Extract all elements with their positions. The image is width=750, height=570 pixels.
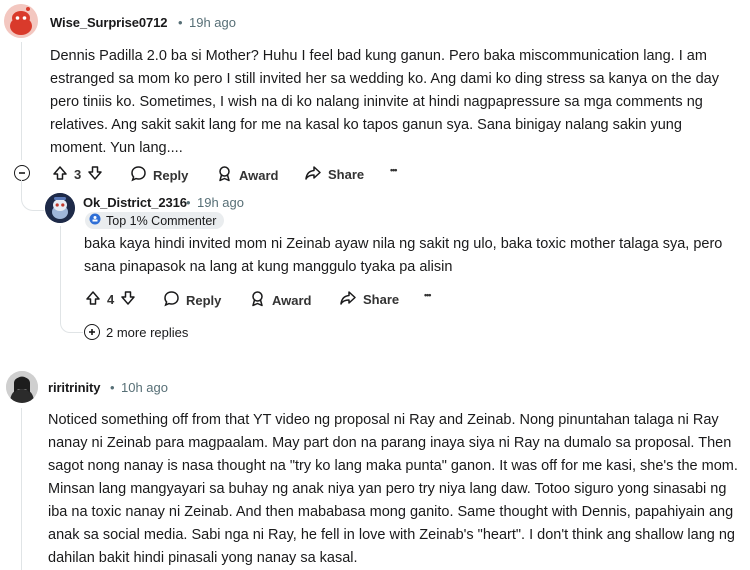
comment-separator: • [186,195,191,210]
comment-body: Noticed something off from that YT video… [48,412,738,566]
more-replies-label: 2 more replies [106,324,189,340]
plus-circle-icon [84,324,100,340]
arrow-down-icon[interactable] [120,290,136,309]
more-options-button[interactable]: ••• [390,165,398,175]
share-arrow-icon [339,290,357,309]
thread-line[interactable] [60,226,61,324]
comment-separator: • [178,15,183,30]
speech-bubble-icon [163,290,180,310]
comment-author[interactable]: Wise_Surprise0712 [50,15,168,30]
thread-line[interactable] [21,408,22,570]
arrow-down-icon[interactable] [87,165,103,184]
vote-count: 3 [74,167,82,182]
comment-body: baka kaya hindi invited mom ni Zeinab ay… [84,236,723,275]
comment-author[interactable]: riritrinity [48,380,100,395]
share-label: Share [363,292,400,307]
collapse-button[interactable] [14,165,30,181]
avatar[interactable] [4,4,38,38]
vote-controls: 3 [52,165,103,184]
award-button[interactable]: Award [249,290,312,310]
comment-author[interactable]: Ok_District_2316 [83,195,187,210]
avatar[interactable] [45,193,75,223]
speech-bubble-icon [130,165,147,185]
reply-button[interactable]: Reply [130,165,188,185]
comment-body: Dennis Padilla 2.0 ba si Mother? Huhu I … [50,48,719,156]
avatar[interactable] [6,371,38,403]
reply-label: Reply [153,167,189,183]
share-label: Share [328,167,365,182]
profile-photo-icon [6,371,38,403]
badge-label: Top 1% Commenter [106,213,217,228]
reply-label: Reply [186,292,222,308]
arrow-up-icon[interactable] [52,165,68,184]
comment-timestamp: 19h ago [197,195,244,210]
more-replies-connector [60,312,83,333]
arrow-up-icon[interactable] [85,290,101,309]
award-button[interactable]: Award [216,165,279,185]
share-button[interactable]: Share [304,165,364,184]
more-replies-button[interactable]: 2 more replies [84,324,188,340]
comment-separator: • [110,380,115,395]
award-icon [216,165,233,185]
vote-controls: 4 [85,290,136,309]
comment-timestamp: 10h ago [121,380,168,395]
thread-line[interactable] [21,42,22,160]
flair-badge: Top 1% Commenter [85,212,225,229]
award-icon [249,290,266,310]
snoo-avatar-icon [45,193,75,223]
reply-connector [21,180,44,211]
reply-button[interactable]: Reply [163,290,221,310]
commenter-badge-icon [89,213,101,228]
snoo-avatar-icon [4,4,38,38]
minus-circle-icon [14,165,30,181]
vote-count: 4 [107,292,115,307]
share-button[interactable]: Share [339,290,399,309]
more-options-button[interactable]: ••• [424,290,432,300]
award-label: Award [272,292,312,308]
award-label: Award [239,167,279,183]
share-arrow-icon [304,165,322,184]
comment-timestamp: 19h ago [189,15,236,30]
